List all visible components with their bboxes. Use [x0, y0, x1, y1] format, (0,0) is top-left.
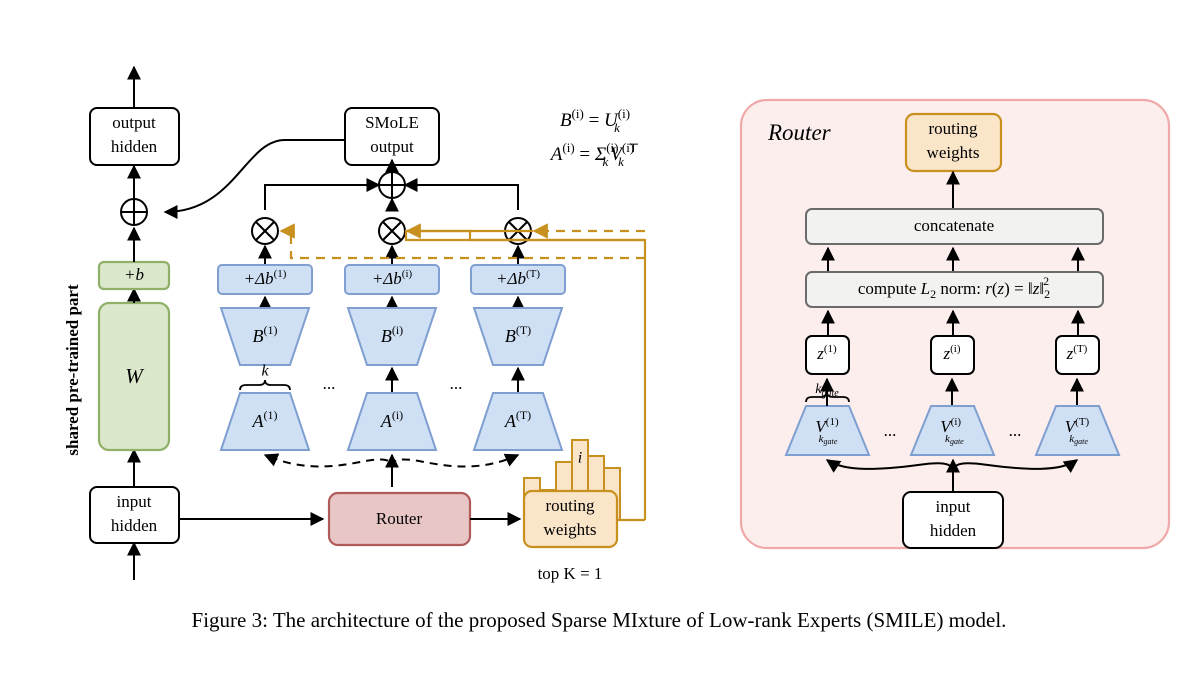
router-ellipsis-right: ...	[1009, 421, 1022, 440]
k-brace-label-1: k	[261, 363, 269, 380]
output-hidden-line2: hidden	[111, 137, 158, 156]
routing-weights-panel-line1: routing	[928, 119, 978, 138]
histogram-annotation-i: i	[578, 450, 582, 467]
router-label: Router	[376, 509, 423, 528]
router-box: Router	[327, 491, 472, 547]
input-hidden-line2: hidden	[111, 516, 158, 535]
edge-expert1-to-sum	[264, 178, 381, 210]
concatenate-label: concatenate	[914, 216, 994, 235]
router-input-hidden-line2: hidden	[930, 521, 977, 540]
expert-column-i: +Δb(i) B(i) A(i)	[344, 264, 440, 451]
expert-ellipsis-right: ...	[450, 374, 463, 393]
expert-column-T: +Δb(T) B(T) A(T)	[470, 264, 566, 451]
edge-smole-to-residual	[163, 139, 345, 219]
l2-norm-box: compute L2 norm: r(z) = ‖z‖22	[805, 271, 1104, 308]
routing-weights-box-panel: routing weights	[904, 112, 1003, 173]
smole-output-line1: SMoLE	[365, 113, 419, 132]
output-hidden-line1: output	[112, 113, 156, 132]
router-panel-title: Router	[767, 120, 832, 145]
input-hidden-line1: input	[117, 492, 152, 511]
z-box-1: z(1)	[805, 335, 850, 375]
routing-edge-dashed-to-1	[279, 223, 645, 260]
equation-B-text: B(i) = U(i) k	[560, 106, 630, 135]
weight-W-label: W	[125, 364, 145, 388]
expert-column-1: +Δb(1) B(1) k A(1)	[217, 264, 313, 451]
concatenate-box: concatenate	[805, 208, 1104, 245]
weight-W-box: W	[97, 301, 171, 452]
routing-weights-main-line1: routing	[545, 496, 595, 515]
equation-A-text: A(i) = Σ(i) k V(i) k⊤	[549, 140, 639, 169]
equation-A: A(i) = Σ(i) k V(i) k⊤	[549, 140, 639, 169]
bias-box: +b	[97, 260, 171, 291]
input-hidden-box: input hidden	[89, 486, 180, 544]
smole-output-box: SMoLE output	[344, 107, 440, 166]
z-box-T: z(T)	[1055, 335, 1100, 375]
shared-pretrained-label: shared pre-trained part	[63, 284, 82, 456]
routing-weights-box-main: routing weights	[522, 489, 619, 549]
top-k-label: top K = 1	[538, 564, 603, 583]
bias-label: +b	[124, 265, 144, 284]
smole-sum-node	[378, 171, 406, 199]
equation-B: B(i) = U(i) k	[560, 106, 630, 135]
edge-expertT-to-sum	[403, 178, 519, 210]
smole-output-line2: output	[370, 137, 414, 156]
figure-caption: Figure 3: The architecture of the propos…	[191, 608, 1007, 632]
router-input-hidden-line1: input	[936, 497, 971, 516]
output-hidden-box: output hidden	[89, 107, 180, 166]
multiply-node-expert-i	[378, 217, 406, 245]
residual-sum-node	[120, 198, 148, 226]
routing-edge-solid-to-i	[405, 223, 598, 242]
expert-ellipsis-left: ...	[323, 374, 336, 393]
shared-pretrained-label-text: shared pre-trained part	[63, 284, 82, 456]
multiply-node-expert-1	[251, 217, 279, 245]
routing-weights-main-line2: weights	[544, 520, 597, 539]
z-box-i: z(i)	[930, 335, 975, 375]
router-ellipsis-left: ...	[884, 421, 897, 440]
dispatch-curve-to-expert-1	[263, 453, 393, 487]
routing-weights-panel-line2: weights	[927, 143, 980, 162]
k-brace-1	[239, 379, 291, 391]
figure-root: shared pre-trained part input hidden W +…	[0, 0, 1198, 680]
architecture-diagram: shared pre-trained part input hidden W +…	[63, 65, 1171, 583]
dispatch-curve-to-expert-T	[391, 453, 520, 468]
router-input-hidden-box: input hidden	[902, 491, 1004, 549]
